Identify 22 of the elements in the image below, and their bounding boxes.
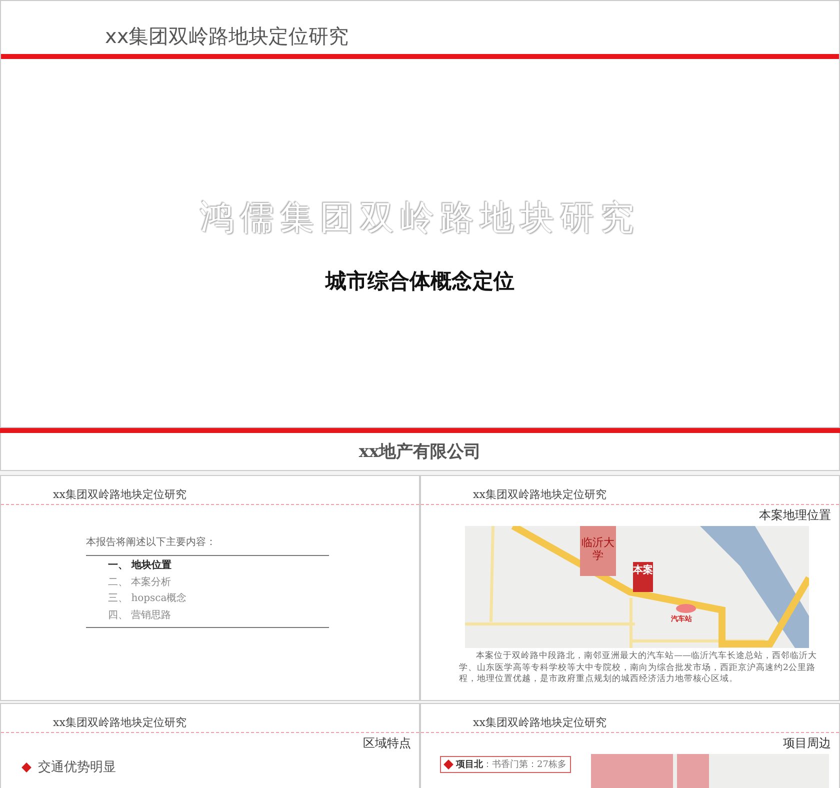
cover-subtitle: 城市综合体概念定位 (326, 267, 514, 295)
section-title: 区域特点 (363, 736, 411, 750)
contents-item[interactable]: 二、 本案分析 (108, 574, 329, 591)
slide-header: xx集团双岭路地块定位研究 (473, 487, 606, 502)
contents-item[interactable]: 三、 hopsca概念 (108, 591, 329, 608)
slide-header: xx集团双岭路地块定位研究 (473, 715, 606, 730)
contents-item[interactable]: 四、 营销思路 (108, 608, 329, 624)
map-caption: 本案位于双岭路中段路北，南邻亚洲最大的汽车站——临沂汽车长途总站，西邻临沂大学、山东医学高等专科学校等大中专院校，南向为综合批发市场，西距京沪高速约2公里路程，地理位置优越，是市政府重点规划的城西经济活力地带核心区域。 (459, 651, 818, 686)
site-label: 本案 (633, 562, 653, 592)
slide-header: xx集团双岭路地块定位研究 (53, 715, 186, 730)
slide-header: xx集团双岭路地块定位研究 (53, 487, 186, 502)
intro-text: 本报告将阐述以下主要内容： (86, 536, 217, 549)
callout-text: 项目北：书香门第：27栋多 (456, 758, 566, 771)
slide-header: xx集团双岭路地块定位研究 (105, 23, 349, 50)
company-name: xx地产有限公司 (358, 441, 482, 463)
university-label: 临沂大学 (580, 526, 616, 576)
station-marker (676, 604, 696, 613)
contents-item[interactable]: 一、 地块位置 (108, 558, 329, 574)
section-title: 本案地理位置 (759, 508, 831, 522)
bullet-text: 交通优势明显 (38, 759, 116, 776)
section-title: 项目周边 (783, 736, 831, 750)
cover-title: 鸿儒集团双岭路地块研究 (200, 197, 640, 240)
